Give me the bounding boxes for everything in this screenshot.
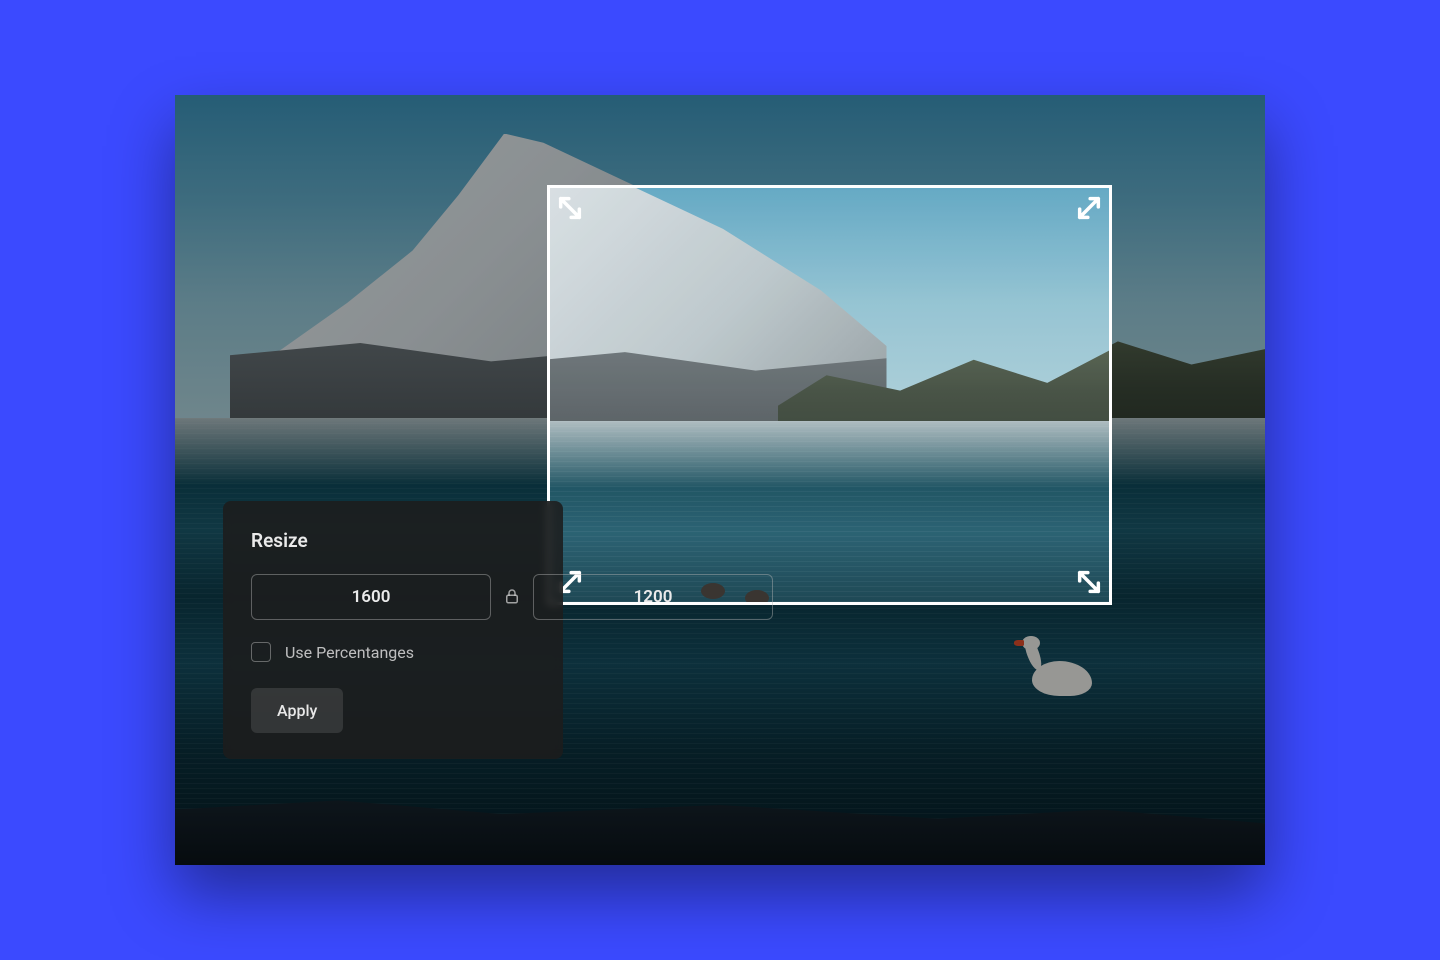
resize-panel: Resize Use Percentanges Apply — [223, 501, 563, 759]
size-inputs-row — [251, 574, 535, 620]
apply-button[interactable]: Apply — [251, 688, 343, 733]
image-editor-canvas: Resize Use Percentanges Apply — [175, 95, 1265, 865]
use-percentages-label[interactable]: Use Percentanges — [285, 643, 414, 662]
resize-handle-bottom-right[interactable] — [1075, 568, 1103, 596]
use-percentages-row: Use Percentanges — [251, 642, 535, 662]
lock-aspect-button[interactable] — [503, 585, 521, 609]
resize-handle-top-left[interactable] — [556, 194, 584, 222]
use-percentages-checkbox[interactable] — [251, 642, 271, 662]
lock-icon — [503, 587, 521, 608]
panel-title: Resize — [251, 529, 535, 552]
resize-preview-frame[interactable] — [547, 185, 1112, 605]
resize-handle-top-right[interactable] — [1075, 194, 1103, 222]
width-input[interactable] — [251, 574, 491, 620]
height-input[interactable] — [533, 574, 773, 620]
